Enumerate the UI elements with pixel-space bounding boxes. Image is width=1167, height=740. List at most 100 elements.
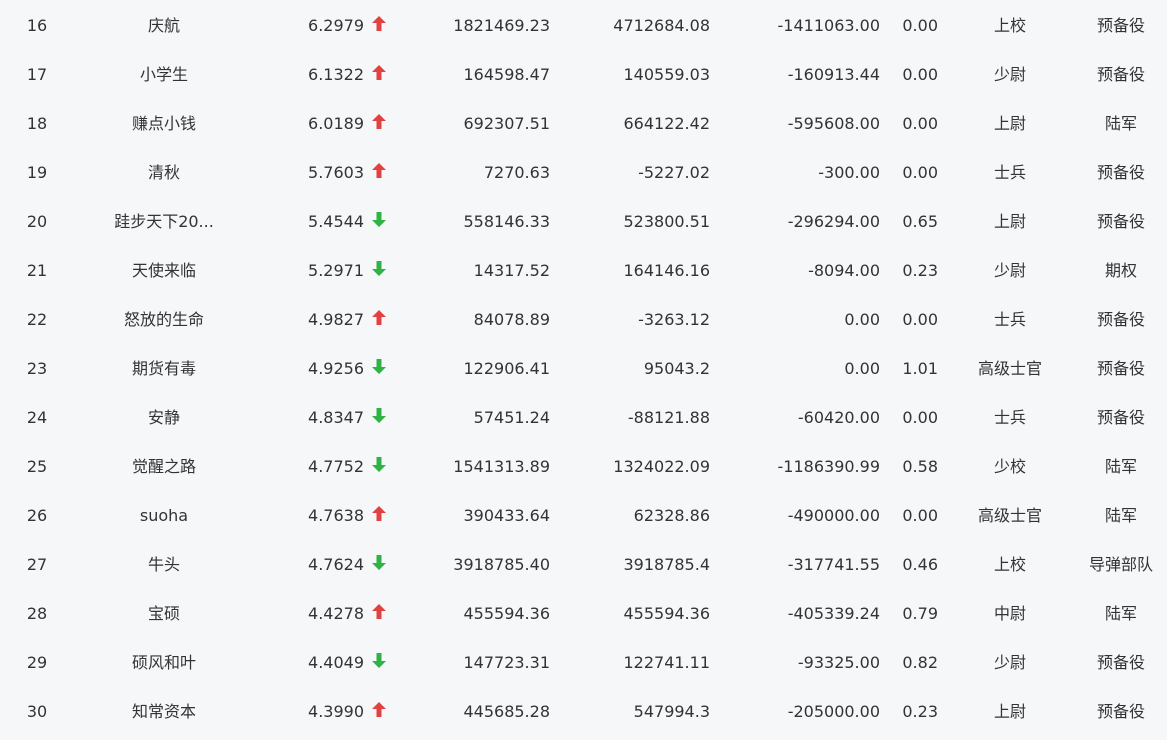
ratio-cell: 0.46 <box>902 555 938 574</box>
rank-cell: 22 <box>26 310 48 329</box>
military-rank-cell: 少校 <box>993 457 1026 476</box>
ratio-cell: 0.23 <box>902 702 938 721</box>
table-row[interactable]: 30 知常资本 4.3990 445685.28 547994.3 -205000.00 0… <box>0 687 1167 736</box>
trader-name-cell[interactable]: 宝硕 <box>92 589 236 638</box>
arrow-down-icon <box>372 442 390 491</box>
value-2-cell: 95043.2 <box>643 359 710 378</box>
ratio-cell: 0.65 <box>902 212 938 231</box>
value-2-cell: 664122.42 <box>623 114 710 133</box>
table-row[interactable]: 20 跬步天下20... 5.4544 558146.33 523800.51 -2962… <box>0 197 1167 246</box>
score-cell: 6.1322 <box>308 65 364 84</box>
ratio-cell: 0.00 <box>902 310 938 329</box>
military-rank-cell: 士兵 <box>993 163 1026 182</box>
trader-name-cell[interactable]: 跬步天下20... <box>92 197 236 246</box>
arrow-down-icon <box>372 393 390 442</box>
value-1-cell: 122906.41 <box>463 359 550 378</box>
value-3-cell: -405339.24 <box>787 604 880 623</box>
rank-cell: 19 <box>26 163 48 182</box>
ratio-cell: 0.82 <box>902 653 938 672</box>
table-row[interactable]: 26 suoha 4.7638 390433.64 62328.86 -490000.00… <box>0 491 1167 540</box>
trader-name-cell[interactable]: suoha <box>92 491 236 540</box>
ratio-cell: 0.58 <box>902 457 938 476</box>
arrow-up-icon <box>372 491 390 540</box>
trader-name-cell[interactable]: 硕风和叶 <box>92 638 236 687</box>
trader-name-cell[interactable]: 小学生 <box>92 50 236 99</box>
table-row[interactable]: 18 赚点小钱 6.0189 692307.51 664122.42 -595608.00… <box>0 99 1167 148</box>
ranking-table: 16 庆航 6.2979 1821469.23 4712684.08 -1411063.0… <box>0 0 1167 740</box>
score-cell: 4.7638 <box>308 506 364 525</box>
arrow-up-icon <box>372 148 390 197</box>
rank-cell: 20 <box>26 212 48 231</box>
value-3-cell: -300.00 <box>818 163 880 182</box>
ratio-cell: 0.00 <box>902 16 938 35</box>
value-2-cell: 455594.36 <box>623 604 710 623</box>
trader-name-cell[interactable]: 安静 <box>92 393 236 442</box>
table-row[interactable]: 22 怒放的生命 4.9827 84078.89 -3263.12 0.00 0.00 士兵 预… <box>0 295 1167 344</box>
branch-cell: 预备役 <box>1096 65 1145 84</box>
ratio-cell: 1.01 <box>902 359 938 378</box>
branch-cell: 期权 <box>1104 261 1137 280</box>
value-3-cell: -8094.00 <box>808 261 880 280</box>
trader-name-cell[interactable]: 赚点小钱 <box>92 99 236 148</box>
rank-cell: 24 <box>26 408 48 427</box>
table-row[interactable]: 21 天使来临 5.2971 14317.52 164146.16 -8094.00 0.2… <box>0 246 1167 295</box>
trader-name-cell[interactable]: 觉醒之路 <box>92 442 236 491</box>
score-cell: 4.9256 <box>308 359 364 378</box>
trader-name-cell[interactable]: 庆航 <box>92 1 236 50</box>
value-3-cell: -93325.00 <box>797 653 880 672</box>
trader-name-cell[interactable]: 清秋 <box>92 148 236 197</box>
table-row[interactable]: 23 期货有毒 4.9256 122906.41 95043.2 0.00 1.01 高级士官… <box>0 344 1167 393</box>
value-2-cell: 3918785.4 <box>623 555 710 574</box>
arrow-up-icon <box>372 295 390 344</box>
table-row[interactable]: 27 牛头 4.7624 3918785.40 3918785.4 -317741.55 0… <box>0 540 1167 589</box>
score-cell: 5.4544 <box>308 212 364 231</box>
military-rank-cell: 少尉 <box>993 65 1026 84</box>
value-1-cell: 1821469.23 <box>453 16 550 35</box>
trader-name-cell[interactable]: 怒放的生命 <box>92 295 236 344</box>
rank-cell: 17 <box>26 65 48 84</box>
military-rank-cell: 高级士官 <box>977 359 1042 378</box>
score-cell: 4.8347 <box>308 408 364 427</box>
ratio-cell: 0.79 <box>902 604 938 623</box>
table-row[interactable]: 28 宝硕 4.4278 455594.36 455594.36 -405339.24 0.… <box>0 589 1167 638</box>
trader-name-cell[interactable]: 知常资本 <box>92 687 236 736</box>
score-cell: 4.4049 <box>308 653 364 672</box>
arrow-down-icon <box>372 638 390 687</box>
score-cell: 4.9827 <box>308 310 364 329</box>
table-row[interactable]: 24 安静 4.8347 57451.24 -88121.88 -60420.00 0.00… <box>0 393 1167 442</box>
value-3-cell: -205000.00 <box>787 702 880 721</box>
rank-cell: 30 <box>26 702 48 721</box>
branch-cell: 预备役 <box>1096 702 1145 721</box>
trader-name-cell[interactable]: 天使来临 <box>92 246 236 295</box>
table-row[interactable]: 16 庆航 6.2979 1821469.23 4712684.08 -1411063.0… <box>0 1 1167 50</box>
table-row[interactable]: 19 清秋 5.7603 7270.63 -5227.02 -300.00 0.00 士兵 预备… <box>0 148 1167 197</box>
value-2-cell: -5227.02 <box>638 163 710 182</box>
value-2-cell: 122741.11 <box>623 653 710 672</box>
military-rank-cell: 上校 <box>993 555 1026 574</box>
arrow-down-icon <box>372 540 390 589</box>
military-rank-cell: 上尉 <box>993 702 1026 721</box>
ratio-cell: 0.00 <box>902 408 938 427</box>
score-cell: 4.7752 <box>308 457 364 476</box>
branch-cell: 陆军 <box>1104 506 1137 525</box>
table-row[interactable]: 29 硕风和叶 4.4049 147723.31 122741.11 -93325.00 0… <box>0 638 1167 687</box>
table-row[interactable]: 25 觉醒之路 4.7752 1541313.89 1324022.09 -1186390… <box>0 442 1167 491</box>
rank-cell: 16 <box>26 16 48 35</box>
table-row[interactable]: 17 小学生 6.1322 164598.47 140559.03 -160913.44 0… <box>0 50 1167 99</box>
rank-cell: 27 <box>26 555 48 574</box>
score-cell: 4.7624 <box>308 555 364 574</box>
value-3-cell: 0.00 <box>844 359 880 378</box>
value-2-cell: 1324022.09 <box>613 457 710 476</box>
score-cell: 4.4278 <box>308 604 364 623</box>
branch-cell: 预备役 <box>1096 359 1145 378</box>
military-rank-cell: 士兵 <box>993 408 1026 427</box>
branch-cell: 陆军 <box>1104 114 1137 133</box>
branch-cell: 预备役 <box>1096 653 1145 672</box>
value-3-cell: -296294.00 <box>787 212 880 231</box>
value-1-cell: 3918785.40 <box>453 555 550 574</box>
arrow-up-icon <box>372 687 390 736</box>
trader-name-cell[interactable]: 牛头 <box>92 540 236 589</box>
value-1-cell: 1541313.89 <box>453 457 550 476</box>
trader-name-cell[interactable]: 期货有毒 <box>92 344 236 393</box>
branch-cell: 预备役 <box>1096 212 1145 231</box>
